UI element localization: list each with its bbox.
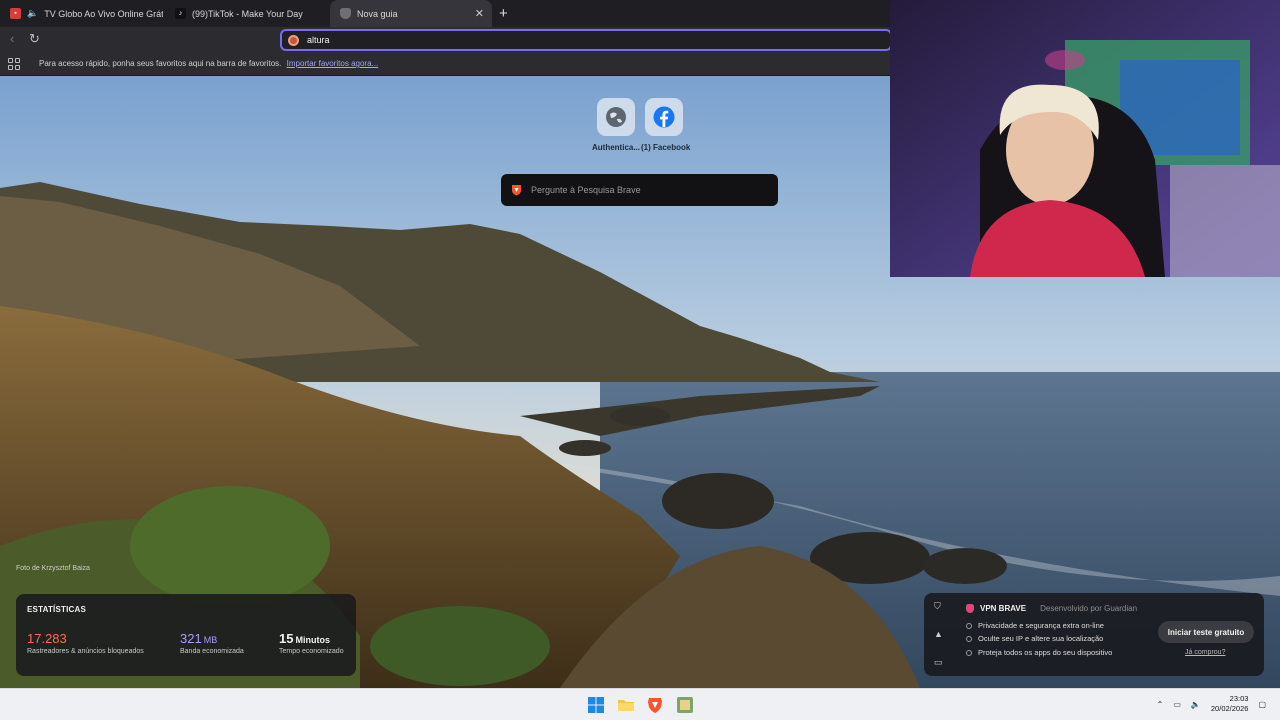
chevron-up-icon[interactable]: ⌃ (1157, 700, 1164, 709)
app-icon[interactable] (676, 696, 694, 714)
stat-unit: Minutos (295, 635, 330, 645)
brave-logo-icon (512, 185, 521, 196)
bookmarks-hint: Para acesso rápido, ponha seus favoritos… (39, 59, 282, 68)
stat-value: 17.283 (27, 631, 67, 646)
stats-title: ESTATÍSTICAS (27, 605, 86, 614)
clock-date: 20/02/2026 (1210, 704, 1249, 713)
network-icon[interactable]: ▭ (1173, 700, 1181, 709)
vpn-logo-icon (966, 604, 974, 613)
browser-toolbar: ‹ ↻ (0, 27, 892, 53)
stat-bandwidth: 321 MB Banda economizada (180, 631, 244, 655)
address-input[interactable] (307, 35, 607, 45)
tiktok-icon: ♪ (175, 8, 186, 19)
bookmarks-bar: Para acesso rápido, ponha seus favoritos… (0, 53, 890, 76)
tab-tv-globo[interactable]: ▪ 🔈 TV Globo Ao Vivo Online Grátis | (0, 0, 163, 27)
tab-strip: ▪ 🔈 TV Globo Ao Vivo Online Grátis | ♪ (… (0, 0, 890, 27)
alert-icon[interactable]: ▲ (934, 629, 943, 639)
brave-browser-icon[interactable] (646, 696, 664, 714)
clock[interactable]: 23:03 20/02/2026 (1211, 694, 1249, 714)
close-tab-icon[interactable]: ✕ (475, 7, 484, 20)
stat-trackers-blocked: 17.283 Rastreadores & anúncios bloqueado… (27, 631, 144, 655)
check-circle-icon (966, 635, 972, 642)
tv-icon: ▪ (10, 8, 21, 19)
notification-icon[interactable]: ▢ (1258, 700, 1266, 709)
search-input[interactable] (531, 185, 761, 195)
stats-widget: ESTATÍSTICAS 17.283 Rastreadores & anúnc… (16, 594, 356, 676)
brave-search-box[interactable] (501, 174, 778, 206)
reload-icon[interactable]: ↻ (29, 31, 40, 47)
taskbar: ⌃ ▭ 🔈 23:03 20/02/2026 ▢ (0, 688, 1280, 720)
facebook-icon (653, 106, 675, 128)
clock-time: 23:03 (1229, 694, 1249, 703)
check-circle-icon (966, 649, 972, 656)
volume-icon[interactable]: 🔈 (1191, 700, 1201, 709)
new-tab-button[interactable]: + (499, 5, 508, 22)
photo-credit: Foto de Krzysztof Baiza (16, 565, 90, 572)
tab-title: (99)TikTok - Make Your Day (192, 8, 303, 19)
stat-label: Tempo economizado (279, 648, 344, 655)
import-bookmarks-link[interactable]: Importar favoritos agora... (287, 59, 379, 68)
vpn-feature: Proteja todos os apps do seu dispositivo (966, 648, 1112, 657)
back-icon[interactable]: ‹ (10, 31, 14, 46)
address-bar[interactable] (280, 29, 892, 51)
top-site-label: (1) Facebook (641, 143, 691, 152)
webcam-overlay (890, 0, 1280, 277)
stat-label: Banda economizada (180, 648, 244, 655)
system-tray: ⌃ ▭ 🔈 23:03 20/02/2026 ▢ (1157, 694, 1266, 714)
tab-title: TV Globo Ao Vivo Online Grátis | (44, 8, 163, 19)
stat-unit: MB (203, 635, 218, 645)
top-site-label: Authentica... (592, 143, 641, 152)
tab-tiktok[interactable]: ♪ (99)TikTok - Make Your Day (165, 0, 328, 27)
tab-title: Nova guia (357, 8, 398, 19)
brave-shield-icon (340, 8, 351, 19)
tab-nova-guia[interactable]: Nova guia ✕ (330, 0, 492, 27)
check-circle-icon (966, 622, 972, 629)
speaker-icon[interactable]: 🔈 (27, 8, 38, 19)
vpn-subtitle: Desenvolvido por Guardian (1040, 604, 1138, 613)
apps-grid-icon[interactable] (8, 58, 20, 70)
vpn-feature: Oculte seu IP e altere sua localização (966, 634, 1103, 643)
stat-value: 321 (180, 631, 202, 646)
vpn-feature: Privacidade e segurança extra on-line (966, 621, 1104, 630)
vpn-title: VPN BRAVE (980, 604, 1027, 613)
stat-value: 15 (279, 631, 294, 646)
windows-start-icon[interactable] (587, 696, 605, 714)
brave-search-icon (288, 34, 299, 46)
file-explorer-icon[interactable] (617, 696, 635, 714)
top-site-authentica[interactable] (597, 98, 635, 136)
top-site-facebook[interactable] (645, 98, 683, 136)
vpn-widget: ⛉ ▲ ▭ VPN BRAVE Desenvolvido por Guardia… (924, 593, 1264, 676)
already-bought-link[interactable]: Já comprou? (1185, 649, 1225, 656)
start-free-trial-button[interactable]: Iniciar teste gratuito (1158, 621, 1254, 643)
stat-time-saved: 15 Minutos Tempo economizado (279, 631, 344, 655)
globe-icon (606, 107, 626, 127)
shield-icon[interactable]: ⛉ (934, 601, 941, 612)
stat-label: Rastreadores & anúncios bloqueados (27, 648, 144, 655)
card-icon[interactable]: ▭ (934, 657, 943, 668)
